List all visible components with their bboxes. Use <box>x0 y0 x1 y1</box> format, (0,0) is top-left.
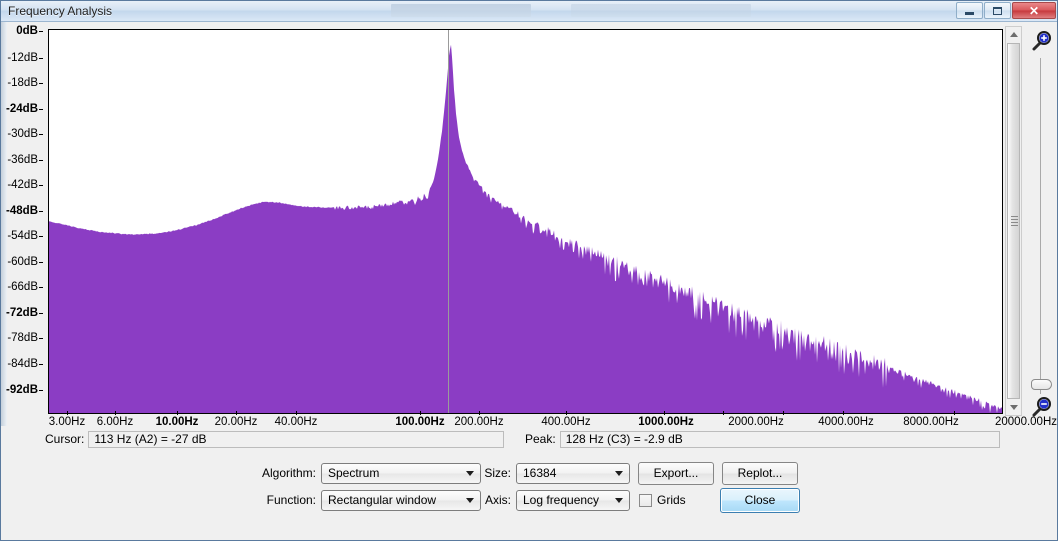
y-tick-label: -78dB <box>7 332 38 344</box>
magnifier-minus-icon[interactable] <box>1030 396 1052 418</box>
titlebar-ghost-artifact-1 <box>391 4 531 17</box>
replot-button-label: Replot... <box>737 466 783 480</box>
algorithm-label-text: Algorithm: <box>261 466 316 480</box>
controls-region: Algorithm: Spectrum Size: 16384 Export..… <box>1 452 1057 540</box>
y-tick-label: -54dB <box>7 230 38 242</box>
axis-value: Log frequency <box>523 493 600 507</box>
maximize-button[interactable] <box>984 2 1011 19</box>
minimize-button[interactable] <box>956 2 983 19</box>
algorithm-label: Algorithm: <box>206 466 316 480</box>
y-axis: 0dB -12dB -18dB -24dB -30dB -36dB -42dB … <box>1 22 45 426</box>
scroll-down-button[interactable] <box>1006 400 1021 415</box>
right-rail <box>1001 22 1057 426</box>
function-label: Function: <box>206 493 316 507</box>
chevron-down-icon <box>610 493 627 508</box>
y-tick-label: -24dB <box>6 103 38 115</box>
titlebar-ghost-artifact-2 <box>571 4 751 17</box>
y-tick-label: -18dB <box>7 77 38 89</box>
y-tick-label: -42dB <box>7 179 38 191</box>
y-tick-label: -12dB <box>7 52 38 64</box>
triangle-up-icon <box>1009 32 1018 37</box>
function-value: Rectangular window <box>328 493 437 507</box>
close-window-button[interactable]: ✕ <box>1012 2 1056 19</box>
axis-select[interactable]: Log frequency <box>516 489 630 511</box>
axis-label-text: Axis: <box>484 493 511 507</box>
scroll-up-button[interactable] <box>1006 27 1021 42</box>
maximize-icon <box>993 6 1002 15</box>
size-label-text: Size: <box>484 466 511 480</box>
status-row: Cursor: 113 Hz (A2) = -27 dB Peak: 128 H… <box>1 426 1057 452</box>
chevron-down-icon <box>610 466 627 481</box>
zoom-slider-thumb[interactable] <box>1031 379 1052 390</box>
size-label: Size: <box>451 466 511 480</box>
size-select[interactable]: 16384 <box>516 462 630 484</box>
y-tick-label: -48dB <box>6 205 38 217</box>
grids-checkbox[interactable] <box>639 493 652 507</box>
export-button-label: Export... <box>653 466 699 480</box>
window-controls: ✕ <box>955 1 1056 20</box>
y-tick-label: -60dB <box>7 256 38 268</box>
y-tick-label: -84dB <box>7 358 38 370</box>
cursor-label: Cursor: <box>45 432 85 446</box>
title-bar: Frequency Analysis ✕ <box>1 1 1057 22</box>
scrollbar-thumb[interactable] <box>1007 43 1020 399</box>
grids-label: Grids <box>657 493 686 507</box>
function-label-text: Function: <box>266 493 316 507</box>
spectrum-area-chart <box>49 44 1002 413</box>
spectrum-plot[interactable] <box>48 29 1003 414</box>
close-button-label: Close <box>744 493 776 507</box>
zoom-slider-track[interactable] <box>1040 58 1041 394</box>
close-icon: ✕ <box>1028 3 1040 18</box>
plot-region: 0dB -12dB -18dB -24dB -30dB -36dB -42dB … <box>1 22 1057 428</box>
minimize-icon <box>965 11 974 15</box>
y-tick-label: -92dB <box>6 384 38 396</box>
vertical-scrollbar[interactable] <box>1005 26 1022 416</box>
axis-label: Axis: <box>451 493 511 507</box>
y-tick-label: -72dB <box>6 307 38 319</box>
algorithm-value: Spectrum <box>328 466 380 480</box>
frequency-analysis-window: Frequency Analysis ✕ 0dB -12dB -18dB -24… <box>0 0 1058 541</box>
y-tick-label: -66dB <box>7 281 38 293</box>
zoom-slider-group <box>1025 22 1057 426</box>
close-button[interactable]: Close <box>720 487 800 513</box>
peak-label: Peak: <box>525 432 556 446</box>
y-tick-label: -30dB <box>7 128 38 140</box>
magnifier-plus-icon[interactable] <box>1030 30 1052 52</box>
peak-readout: 128 Hz (C3) = -2.9 dB <box>559 430 1000 448</box>
cursor-readout: 113 Hz (A2) = -27 dB <box>88 430 505 448</box>
triangle-down-icon <box>1009 405 1018 410</box>
y-tick-label: -36dB <box>7 154 38 166</box>
grids-checkbox-row[interactable]: Grids <box>639 493 686 507</box>
scrollbar-grip-icon <box>1011 216 1018 228</box>
y-tick-label: 0dB <box>16 25 38 37</box>
window-title: Frequency Analysis <box>8 4 113 18</box>
replot-button[interactable]: Replot... <box>722 461 798 485</box>
export-button[interactable]: Export... <box>638 461 714 485</box>
size-value: 16384 <box>523 466 557 480</box>
cursor-line <box>448 30 449 413</box>
